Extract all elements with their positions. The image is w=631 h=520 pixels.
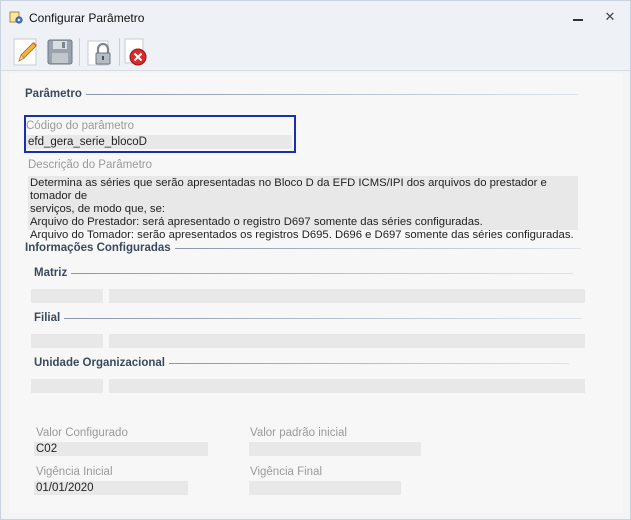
descricao-line: Determina as séries que serão apresentad… bbox=[30, 177, 547, 202]
group-filial: Filial bbox=[34, 312, 583, 324]
title-bar: Configurar Parâmetro ✕ bbox=[1, 1, 630, 33]
descricao-line: Arquivo do Tomador: serão apresentados o… bbox=[30, 229, 574, 241]
vigencia-inicial-field[interactable]: 01/01/2020 bbox=[34, 481, 188, 495]
section-title: Parâmetro bbox=[25, 88, 82, 100]
unidade-code-field[interactable] bbox=[31, 379, 103, 393]
valor-configurado-field[interactable]: C02 bbox=[34, 442, 208, 456]
group-divider bbox=[169, 362, 569, 364]
focus-rectangle bbox=[24, 115, 296, 153]
save-button[interactable] bbox=[43, 35, 77, 69]
app-icon bbox=[9, 11, 23, 24]
section-divider bbox=[85, 93, 578, 95]
delete-button[interactable] bbox=[119, 35, 153, 69]
section-informacoes: Informações Configuradas bbox=[25, 242, 581, 254]
close-icon: ✕ bbox=[604, 9, 616, 25]
section-divider bbox=[174, 247, 581, 249]
toolbar-separator bbox=[79, 38, 80, 66]
padlock-icon bbox=[87, 40, 111, 66]
vigencia-inicial-label: Vigência Inicial bbox=[36, 466, 113, 478]
close-button[interactable]: ✕ bbox=[597, 7, 623, 27]
group-title: Filial bbox=[34, 312, 61, 324]
vigencia-final-field[interactable] bbox=[249, 481, 401, 495]
descricao-line: Arquivo do Prestador: será apresentado o… bbox=[30, 216, 483, 228]
document-delete-icon bbox=[124, 38, 147, 66]
minimize-icon bbox=[573, 19, 583, 21]
descricao-label: Descrição do Parâmetro bbox=[28, 159, 152, 171]
valor-padrao-label: Valor padrão inicial bbox=[250, 427, 347, 439]
unidade-name-field[interactable] bbox=[109, 379, 585, 393]
section-parametro: Parâmetro bbox=[25, 88, 578, 100]
valor-padrao-field[interactable] bbox=[249, 442, 421, 456]
matriz-code-field[interactable] bbox=[31, 289, 103, 303]
descricao-field[interactable]: Determina as séries que serão apresentad… bbox=[28, 176, 578, 241]
edit-button[interactable] bbox=[9, 35, 43, 69]
content-panel: Parâmetro Código do parâmetro efd_gera_s… bbox=[9, 73, 623, 513]
vigencia-final-label: Vigência Final bbox=[250, 466, 323, 478]
minimize-button[interactable] bbox=[565, 7, 591, 27]
section-title: Informações Configuradas bbox=[25, 242, 171, 254]
group-title: Matriz bbox=[34, 267, 68, 279]
filial-name-field[interactable] bbox=[109, 334, 585, 348]
matriz-name-field[interactable] bbox=[109, 289, 585, 303]
configurar-parametro-window: Configurar Parâmetro ✕ Parâmetro Código … bbox=[0, 0, 631, 520]
floppy-disk-icon bbox=[47, 39, 73, 65]
group-divider bbox=[64, 317, 583, 319]
group-unidade: Unidade Organizacional bbox=[34, 357, 569, 369]
descricao-line: serviços, de modo que, se: bbox=[30, 203, 166, 215]
group-divider bbox=[71, 272, 574, 274]
toolbar bbox=[1, 33, 630, 71]
pencil-icon bbox=[13, 38, 37, 66]
lock-button[interactable] bbox=[83, 35, 117, 69]
filial-code-field[interactable] bbox=[31, 334, 103, 348]
window-title: Configurar Parâmetro bbox=[29, 11, 145, 25]
valor-configurado-label: Valor Configurado bbox=[36, 427, 128, 439]
group-title: Unidade Organizacional bbox=[34, 357, 165, 369]
group-matriz: Matriz bbox=[34, 267, 574, 279]
